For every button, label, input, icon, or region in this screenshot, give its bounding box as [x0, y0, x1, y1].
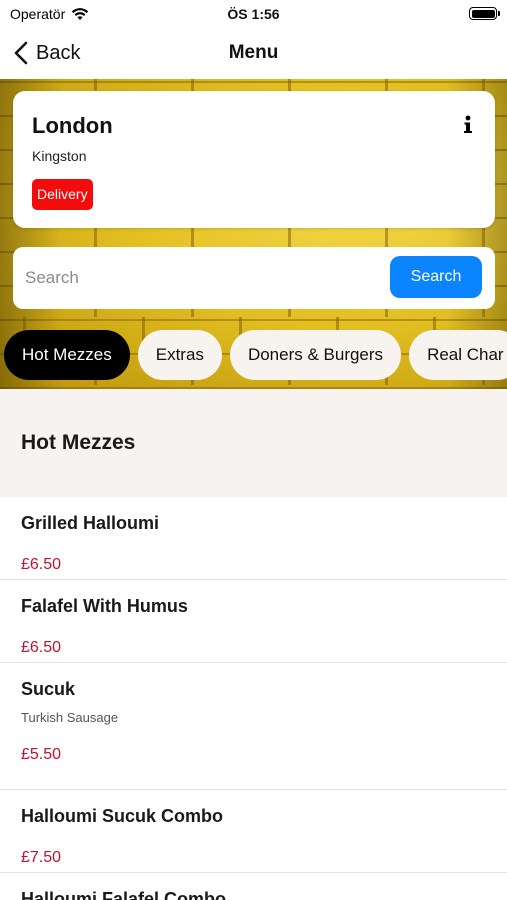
battery-icon: [469, 7, 500, 20]
menu-item-name: Falafel With Humus: [21, 596, 188, 616]
menu-item-name: Halloumi Falafel Combo: [21, 889, 227, 900]
section-title: Hot Mezzes: [21, 431, 136, 454]
store-hero-banner: London Kingston Delivery Search Hot Mezz…: [0, 79, 507, 389]
menu-item-name: Sucuk: [21, 679, 76, 699]
store-info-card: London Kingston Delivery: [13, 91, 495, 228]
menu-item[interactable]: Halloumi Sucuk Combo £7.50: [0, 790, 507, 873]
page-title: Menu: [228, 42, 279, 63]
menu-item[interactable]: Halloumi Falafel Combo: [0, 873, 507, 900]
store-name: London: [32, 113, 113, 138]
delivery-badge: Delivery: [32, 179, 93, 210]
menu-item-description: Turkish Sausage: [21, 710, 119, 725]
section-header: Hot Mezzes: [0, 389, 507, 497]
category-chip-hot-mezzes[interactable]: Hot Mezzes: [4, 330, 130, 380]
navigation-bar: Back Menu: [0, 28, 507, 78]
menu-item-name: Halloumi Sucuk Combo: [21, 806, 224, 826]
search-button[interactable]: Search: [390, 256, 482, 298]
category-chip-doners-burgers[interactable]: Doners & Burgers: [229, 330, 402, 380]
menu-item-price: £6.50: [21, 639, 62, 656]
status-time: ÖS 1:56: [227, 6, 280, 22]
menu-item[interactable]: Sucuk Turkish Sausage £5.50: [0, 663, 507, 790]
category-chip-extras[interactable]: Extras: [137, 330, 222, 380]
menu-item[interactable]: Grilled Halloumi £6.50: [0, 497, 507, 580]
category-chip-real-char[interactable]: Real Char: [409, 330, 507, 380]
menu-item-price: £5.50: [21, 746, 62, 763]
menu-item-name: Grilled Halloumi: [21, 513, 160, 533]
menu-item-price: £6.50: [21, 556, 62, 573]
store-area: Kingston: [32, 148, 87, 164]
menu-list: Grilled Halloumi £6.50 Falafel With Humu…: [0, 497, 507, 900]
status-bar: Operatör ÖS 1:56: [0, 0, 507, 28]
menu-item-price: £7.50: [21, 849, 62, 866]
search-bar: Search: [13, 247, 495, 309]
search-input[interactable]: [25, 259, 385, 297]
category-tabs: Hot Mezzes Extras Doners & Burgers Real …: [4, 330, 507, 380]
info-icon[interactable]: [461, 115, 475, 135]
menu-item[interactable]: Falafel With Humus £6.50: [0, 580, 507, 663]
